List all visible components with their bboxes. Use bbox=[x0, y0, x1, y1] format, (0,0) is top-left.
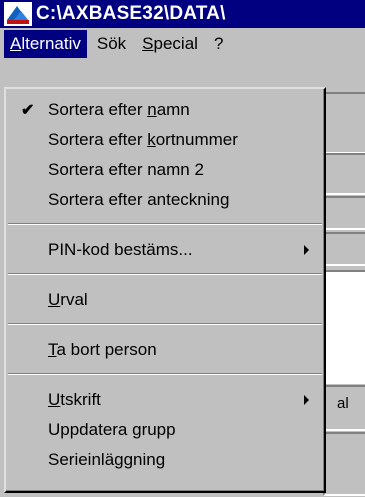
checkmark-icon: ✔ bbox=[21, 102, 35, 119]
background-field-4[interactable] bbox=[323, 232, 365, 266]
menu-separator bbox=[8, 373, 322, 375]
menu-help[interactable]: ? bbox=[208, 30, 229, 58]
menu-special[interactable]: Special bbox=[136, 30, 204, 58]
menu-urval[interactable]: Urval bbox=[6, 285, 324, 315]
menu-alternativ[interactable]: Alternativ bbox=[4, 30, 87, 58]
menu-separator bbox=[8, 223, 322, 225]
menu-sort-by-card-number[interactable]: Sortera efter kortnummer bbox=[6, 125, 324, 155]
background-panel[interactable] bbox=[323, 270, 365, 384]
title-bar[interactable]: C:\AXBASE32\DATA\ bbox=[0, 0, 365, 28]
axbase-app-icon[interactable] bbox=[4, 2, 32, 26]
menu-print[interactable]: Utskrift bbox=[6, 385, 324, 415]
menu-sort-by-note[interactable]: Sortera efter anteckning bbox=[6, 185, 324, 215]
alternativ-dropdown-menu: ✔ Sortera efter namn Sortera efter kortn… bbox=[4, 87, 326, 493]
menu-bar: Alternativ Sök Special ? bbox=[0, 28, 365, 60]
background-partial-label: al bbox=[337, 395, 349, 412]
background-field-1[interactable] bbox=[323, 92, 365, 154]
menu-update-group[interactable]: Uppdatera grupp bbox=[6, 415, 324, 445]
background-field-6[interactable] bbox=[323, 432, 365, 496]
menu-series-entry[interactable]: Serieinläggning bbox=[6, 445, 324, 475]
submenu-arrow-icon bbox=[304, 395, 309, 405]
menu-separator bbox=[8, 323, 322, 325]
window-title: C:\AXBASE32\DATA\ bbox=[36, 3, 226, 24]
menu-pin-code[interactable]: PIN-kod bestäms... bbox=[6, 235, 324, 265]
menu-sort-by-name-2[interactable]: Sortera efter namn 2 bbox=[6, 155, 324, 185]
menu-separator bbox=[8, 273, 322, 275]
menu-sort-by-name[interactable]: ✔ Sortera efter namn bbox=[6, 95, 324, 125]
menu-sok[interactable]: Sök bbox=[91, 30, 132, 58]
submenu-arrow-icon bbox=[304, 245, 309, 255]
background-field-2[interactable] bbox=[323, 153, 365, 195]
background-field-3[interactable] bbox=[323, 196, 365, 230]
menu-remove-person[interactable]: Ta bort person bbox=[6, 335, 324, 365]
